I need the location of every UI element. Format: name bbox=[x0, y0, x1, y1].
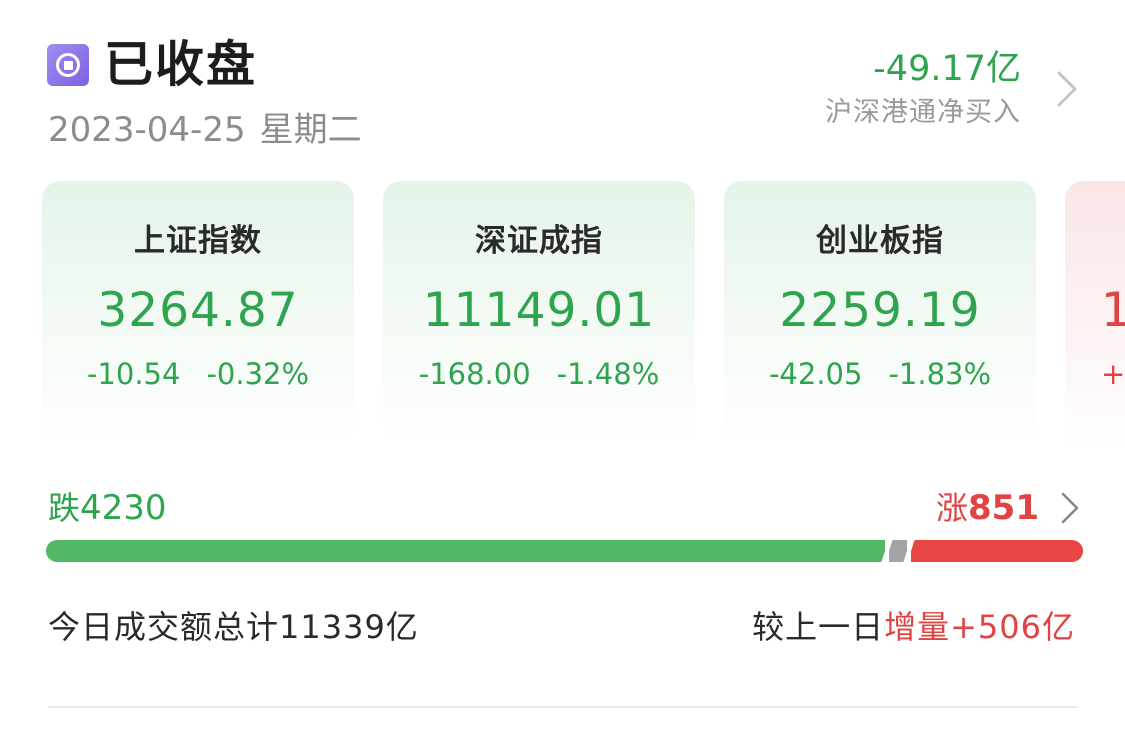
decliners-count: 跌4230 bbox=[48, 487, 167, 529]
index-change: -42.05 bbox=[768, 357, 863, 391]
compare-word: 增量 bbox=[884, 608, 951, 646]
decliners-segment bbox=[46, 540, 885, 562]
northbound-flow-value[interactable]: -49.17亿 bbox=[873, 48, 1021, 90]
market-status-title: 已收盘 bbox=[104, 36, 258, 93]
index-value: 2259.19 bbox=[779, 283, 981, 338]
index-card-shanghai[interactable]: 上证指数 3264.87 -10.54 -0.32% bbox=[42, 181, 354, 449]
index-change-pct: -0.32% bbox=[206, 357, 310, 391]
stop-square bbox=[63, 60, 73, 70]
northbound-flow-label[interactable]: 沪深港通净买入 bbox=[825, 95, 1021, 131]
index-change: -168.00 bbox=[418, 357, 531, 391]
index-change-row: +4 bbox=[1065, 355, 1125, 393]
turnover-total: 今日成交额总计11339亿 bbox=[48, 608, 419, 646]
index-value: 1 bbox=[1101, 283, 1125, 338]
trade-date: 2023-04-25 bbox=[48, 110, 246, 150]
index-name: 创业板指 bbox=[816, 223, 944, 259]
index-change-row: -10.54 -0.32% bbox=[42, 355, 354, 393]
index-change-row: -168.00 -1.48% bbox=[383, 355, 695, 393]
ring-shape bbox=[56, 53, 80, 77]
decliners-number: 4230 bbox=[80, 488, 167, 528]
index-card-chinext[interactable]: 创业板指 2259.19 -42.05 -1.83% bbox=[724, 181, 1036, 449]
index-value: 11149.01 bbox=[422, 283, 656, 338]
index-card-partial[interactable]: 1 +4 bbox=[1065, 181, 1125, 449]
index-name: 深证成指 bbox=[475, 223, 603, 259]
decliners-label: 跌 bbox=[48, 489, 81, 527]
index-card-shenzhen[interactable]: 深证成指 11149.01 -168.00 -1.48% bbox=[383, 181, 695, 449]
compare-prefix: 较上一日 bbox=[752, 608, 885, 646]
chevron-right-icon[interactable] bbox=[1058, 489, 1082, 527]
chevron-right-icon[interactable] bbox=[1051, 68, 1085, 110]
index-name: 上证指数 bbox=[134, 223, 262, 259]
index-value: 3264.87 bbox=[97, 283, 299, 338]
turnover-compare: 较上一日增量+506亿 bbox=[752, 605, 1075, 649]
market-closed-icon bbox=[47, 44, 89, 86]
advancers-count[interactable]: 涨851 bbox=[936, 487, 1039, 529]
index-change: +4 bbox=[1101, 357, 1125, 391]
market-breadth-bar bbox=[46, 540, 1083, 562]
advancers-label: 涨 bbox=[936, 489, 969, 527]
index-change: -10.54 bbox=[86, 357, 181, 391]
section-divider bbox=[48, 706, 1078, 708]
trade-date-line: 2023-04-25 星期二 bbox=[48, 108, 362, 152]
advancers-number: 851 bbox=[968, 488, 1039, 528]
index-change-row: -42.05 -1.83% bbox=[724, 355, 1036, 393]
index-change-pct: -1.48% bbox=[556, 357, 660, 391]
compare-value: +506亿 bbox=[950, 608, 1075, 646]
index-change-pct: -1.83% bbox=[888, 357, 992, 391]
trade-weekday: 星期二 bbox=[259, 110, 362, 150]
advancers-segment bbox=[911, 540, 1083, 562]
